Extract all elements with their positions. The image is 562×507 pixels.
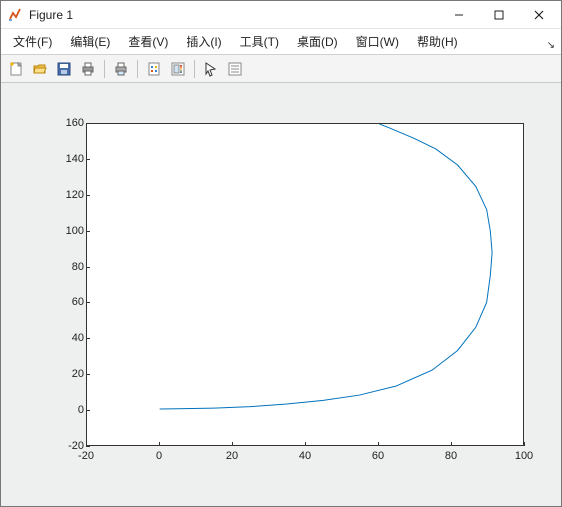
x-tick-label: 40 — [299, 450, 311, 462]
toolbar-separator — [137, 60, 138, 78]
close-button[interactable] — [519, 2, 559, 28]
menu-window[interactable]: 窗口(W) — [348, 30, 407, 53]
axes-box — [86, 123, 524, 446]
y-tick-label: 120 — [66, 189, 84, 201]
save-button[interactable] — [53, 58, 75, 80]
edit-plot-button[interactable] — [200, 58, 222, 80]
toolbar-dropdown-icon[interactable]: ↘ — [547, 40, 555, 51]
y-tick — [86, 195, 90, 196]
y-tick — [86, 267, 90, 268]
x-tick — [232, 442, 233, 446]
x-tick — [378, 442, 379, 446]
y-tick — [86, 302, 90, 303]
toolbar-separator — [104, 60, 105, 78]
window-title: Figure 1 — [29, 8, 439, 22]
y-tick-label: 40 — [72, 332, 84, 344]
new-figure-button[interactable] — [5, 58, 27, 80]
toolbar — [1, 55, 561, 83]
y-tick — [86, 338, 90, 339]
x-tick-label: 60 — [372, 450, 384, 462]
x-tick — [451, 442, 452, 446]
figure-canvas[interactable]: -20020406080100-20020406080100120140160 — [1, 83, 561, 506]
figure-window: Figure 1 文件(F) 编辑(E) 查看(V) 插入(I) 工具(T) 桌… — [0, 0, 562, 507]
x-tick — [305, 442, 306, 446]
y-tick-label: 140 — [66, 153, 84, 165]
x-tick — [159, 442, 160, 446]
menu-help[interactable]: 帮助(H) — [409, 30, 466, 53]
menu-file[interactable]: 文件(F) — [5, 30, 60, 53]
x-tick — [524, 442, 525, 446]
y-tick-label: 20 — [72, 368, 84, 380]
y-tick-label: 160 — [66, 117, 84, 129]
print-button[interactable] — [77, 58, 99, 80]
x-tick-label: 100 — [515, 450, 533, 462]
menu-view[interactable]: 查看(V) — [120, 30, 176, 53]
print-preview-button[interactable] — [110, 58, 132, 80]
x-tick-label: 80 — [445, 450, 457, 462]
plot-tools-button[interactable] — [224, 58, 246, 80]
plot-line — [87, 124, 523, 445]
x-tick-label: 20 — [226, 450, 238, 462]
y-tick-label: 100 — [66, 225, 84, 237]
menu-insert[interactable]: 插入(I) — [178, 30, 229, 53]
y-tick — [86, 410, 90, 411]
minimize-button[interactable] — [439, 2, 479, 28]
titlebar: Figure 1 — [1, 1, 561, 29]
data-series — [160, 124, 492, 409]
menu-edit[interactable]: 编辑(E) — [62, 30, 118, 53]
maximize-button[interactable] — [479, 2, 519, 28]
menubar: 文件(F) 编辑(E) 查看(V) 插入(I) 工具(T) 桌面(D) 窗口(W… — [1, 29, 561, 55]
y-tick — [86, 159, 90, 160]
link-plot-button[interactable] — [143, 58, 165, 80]
y-tick — [86, 231, 90, 232]
insert-colorbar-button[interactable] — [167, 58, 189, 80]
y-tick — [86, 374, 90, 375]
window-controls — [439, 2, 559, 28]
y-tick — [86, 446, 90, 447]
menu-desktop[interactable]: 桌面(D) — [289, 30, 346, 53]
menu-tools[interactable]: 工具(T) — [232, 30, 287, 53]
y-tick — [86, 123, 90, 124]
y-tick-label: -20 — [68, 440, 84, 452]
y-tick-label: 80 — [72, 261, 84, 273]
toolbar-separator — [194, 60, 195, 78]
y-tick-label: 60 — [72, 296, 84, 308]
open-button[interactable] — [29, 58, 51, 80]
x-tick-label: 0 — [156, 450, 162, 462]
axes: -20020406080100-20020406080100120140160 — [41, 113, 536, 476]
matlab-logo-icon — [7, 7, 23, 23]
y-tick-label: 0 — [78, 404, 84, 416]
